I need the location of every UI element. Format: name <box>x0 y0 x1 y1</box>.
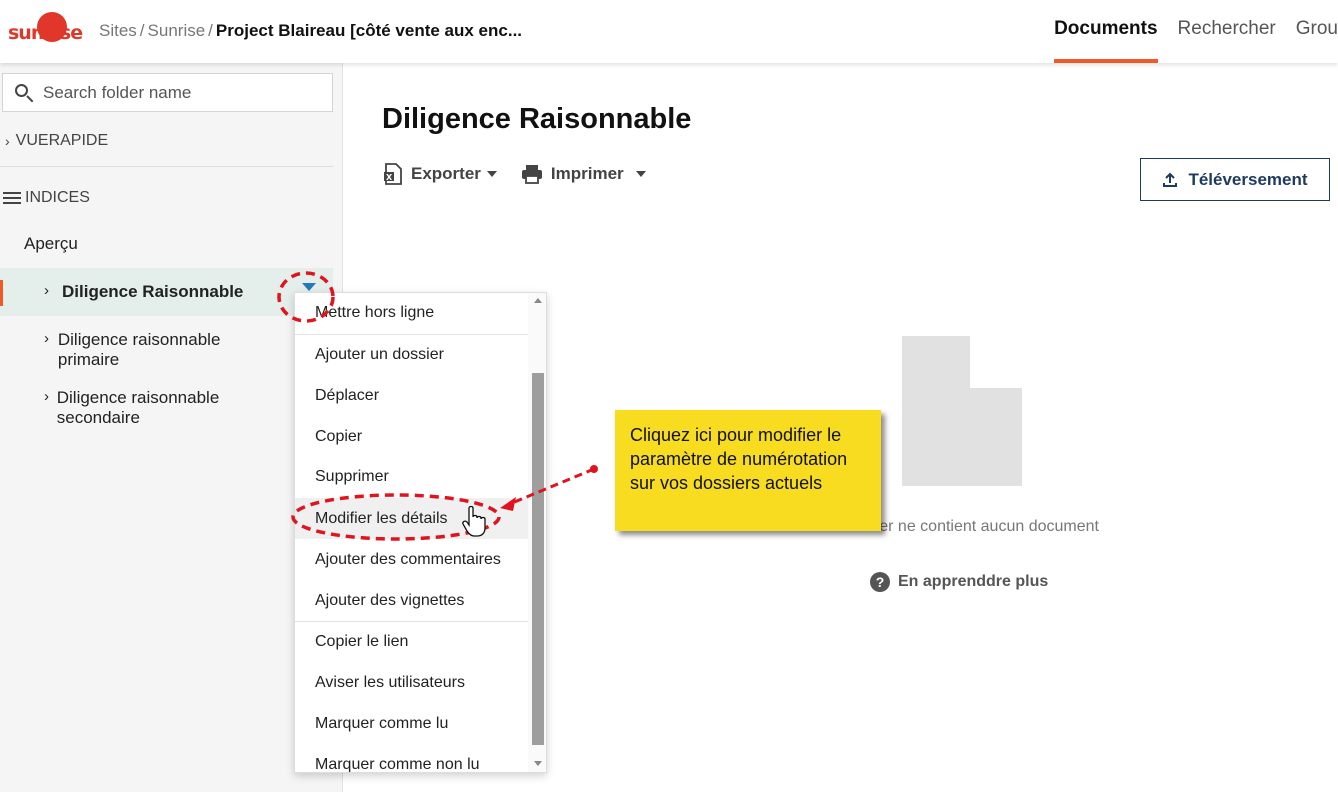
menu-item-add-thumbnails[interactable]: Ajouter des vignettes <box>295 580 530 621</box>
breadcrumb-current-project: Project Blaireau [côté vente aux enc... <box>215 21 523 40</box>
upload-icon <box>1163 172 1178 187</box>
chevron-right-icon[interactable]: › <box>44 282 62 302</box>
document-toolbar: X Exporter Imprimer <box>383 163 670 185</box>
chevron-down-icon <box>486 171 497 177</box>
top-nav: Documents Rechercher Grou <box>1044 0 1338 63</box>
empty-document-icon <box>902 336 1022 486</box>
app-header: sun rise Sites / Sunrise / Project Blaireau … <box>0 0 1338 63</box>
folder-item-primaire[interactable]: › Diligence raisonnable primaire <box>44 330 234 370</box>
menu-item-mark-read[interactable]: Marquer comme lu <box>295 703 530 744</box>
sunrise-logo[interactable]: sun rise <box>8 12 90 48</box>
arrow-tail-dot <box>590 465 598 473</box>
chevron-right-icon[interactable]: › <box>44 388 57 428</box>
menu-item-notify-users[interactable]: Aviser les utilisateurs <box>295 662 530 703</box>
menu-item-copy-link[interactable]: Copier le lien <box>295 621 530 662</box>
menu-item-move[interactable]: Déplacer <box>295 375 530 416</box>
folder-item-secondaire[interactable]: › Diligence raisonnable secondaire <box>44 388 234 428</box>
folder-label: Diligence raisonnable primaire <box>57 330 221 369</box>
menu-item-edit-details[interactable]: Modifier les détails <box>295 498 530 539</box>
excel-export-icon: X <box>384 163 402 185</box>
breadcrumb-sunrise[interactable]: Sunrise <box>148 21 206 40</box>
sidebar-item-overview[interactable]: Aperçu <box>24 234 78 254</box>
chevron-down-icon <box>635 171 646 177</box>
print-label: Imprimer <box>550 164 624 183</box>
scroll-up-arrow-icon[interactable] <box>534 298 542 303</box>
menu-item-copy[interactable]: Copier <box>295 416 530 457</box>
nav-rechercher[interactable]: Rechercher <box>1168 0 1286 63</box>
menu-item-offline[interactable]: Mettre hors ligne <box>295 293 530 333</box>
printer-icon <box>521 165 542 184</box>
indices-label: INDICES <box>25 189 90 206</box>
page-title: Diligence Raisonnable <box>382 103 692 135</box>
menu-scrollbar-thumb[interactable] <box>532 373 544 745</box>
search-icon <box>13 82 35 104</box>
folder-sidebar: › VUERAPIDE INDICES Aperçu › Diligence R… <box>0 63 343 792</box>
list-icon <box>3 192 21 204</box>
print-button[interactable]: Imprimer <box>521 164 646 184</box>
folder-label: Diligence raisonnable secondaire <box>56 388 220 427</box>
tutorial-callout: Cliquez ici pour modifier le paramètre d… <box>615 410 881 531</box>
scroll-down-arrow-icon[interactable] <box>534 761 542 766</box>
folder-item-diligence-raisonnable[interactable]: › Diligence Raisonnable <box>44 282 243 302</box>
folder-search <box>2 73 333 112</box>
folder-search-input[interactable] <box>43 82 323 103</box>
quick-view-section[interactable]: › VUERAPIDE <box>5 132 108 150</box>
svg-text:X: X <box>386 173 393 182</box>
export-label: Exporter <box>411 164 481 183</box>
menu-item-delete[interactable]: Supprimer <box>295 456 530 497</box>
folder-label: Diligence Raisonnable <box>62 282 244 301</box>
upload-button[interactable]: Téléversement <box>1140 158 1330 201</box>
folder-context-menu: Mettre hors ligne Ajouter un dossier Dép… <box>294 292 547 773</box>
menu-item-add-comments[interactable]: Ajouter des commentaires <box>295 539 530 580</box>
chevron-right-icon[interactable]: › <box>44 330 58 370</box>
nav-groups[interactable]: Grou <box>1286 0 1338 63</box>
learn-more-link[interactable]: ? En apprenddre plus <box>870 572 1048 592</box>
menu-item-mark-unread[interactable]: Marquer comme non lu <box>295 744 530 773</box>
selected-indicator <box>0 280 3 306</box>
logo-wordmark: sun rise <box>8 22 83 44</box>
export-button[interactable]: X Exporter <box>383 163 497 185</box>
learn-more-label: En apprenddre plus <box>898 573 1049 590</box>
breadcrumb-sites[interactable]: Sites <box>99 21 137 40</box>
quick-view-label: VUERAPIDE <box>15 132 109 149</box>
svg-text:rise: rise <box>46 22 82 44</box>
sidebar-divider <box>0 166 333 167</box>
breadcrumb: Sites / Sunrise / Project Blaireau [côté ven… <box>99 21 523 40</box>
menu-item-add-folder[interactable]: Ajouter un dossier <box>295 334 530 375</box>
upload-label: Téléversement <box>1188 169 1308 189</box>
indices-section[interactable]: INDICES <box>3 189 90 207</box>
nav-documents[interactable]: Documents <box>1044 0 1167 63</box>
svg-text:sun: sun <box>8 22 44 44</box>
folder-options-dropdown-icon[interactable] <box>302 283 316 291</box>
help-icon: ? <box>870 572 890 592</box>
chevron-right-icon: › <box>5 133 10 149</box>
